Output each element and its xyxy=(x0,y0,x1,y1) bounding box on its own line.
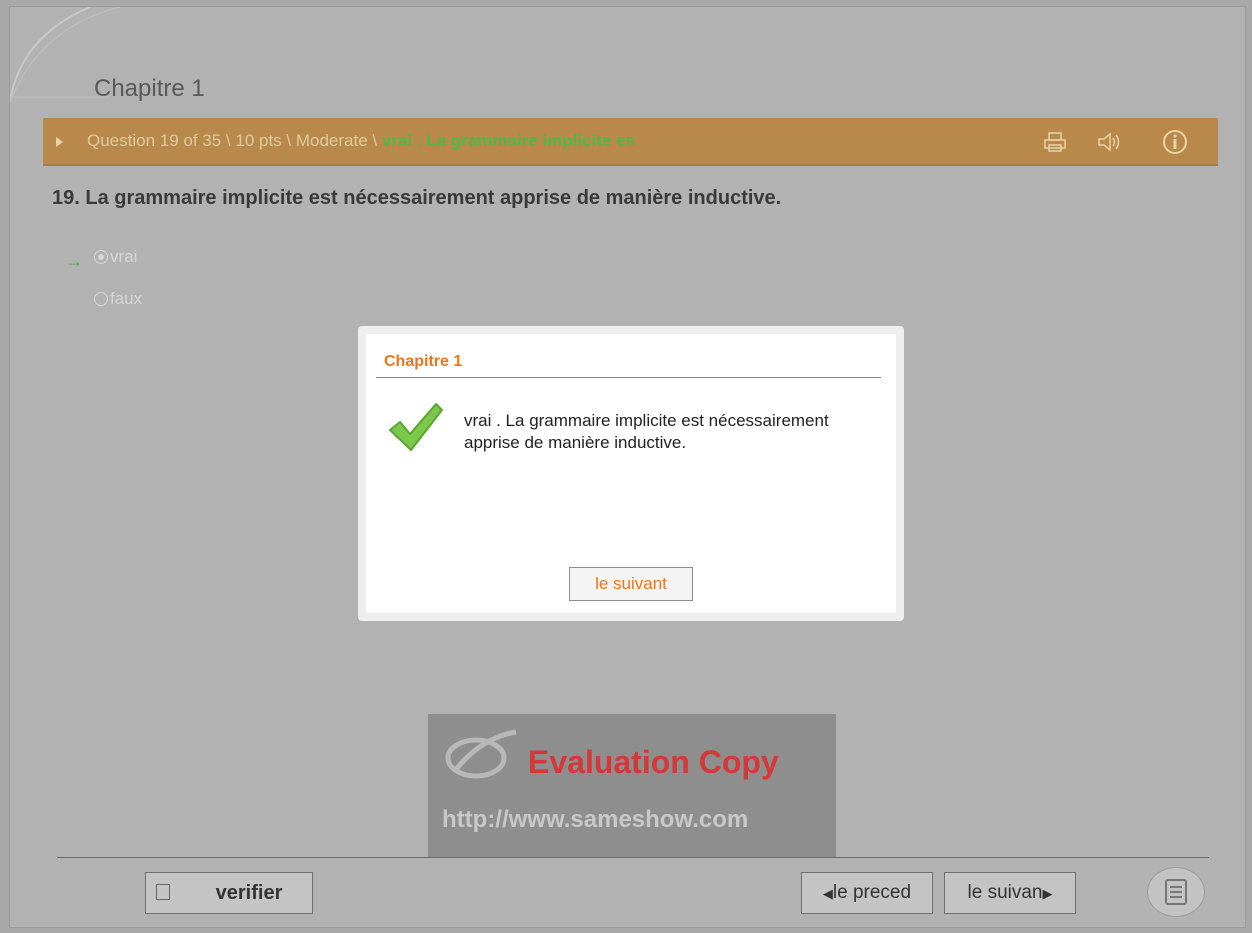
previous-button[interactable]: ◀le preced xyxy=(801,872,933,914)
next-arrow-icon: ▶ xyxy=(1042,886,1053,901)
answer-option-vrai[interactable]: vrai xyxy=(94,247,137,267)
check-icon xyxy=(389,403,443,451)
verify-label: verifier xyxy=(215,881,283,904)
question-info-bar: Question 19 of 35 \ 10 pts \ Moderate \ … xyxy=(43,118,1218,166)
answer-preview: vrai . La grammaire implicite es xyxy=(381,131,636,150)
question-text: 19. La grammaire implicite est nécessair… xyxy=(52,187,782,209)
bullet-icon xyxy=(56,137,63,147)
dialog-panel: Chapitre 1 vrai . La grammaire implicite… xyxy=(366,334,896,613)
previous-arrow-icon: ◀ xyxy=(822,886,833,901)
watermark-url: http://www.sameshow.com xyxy=(442,806,749,833)
answer-label: vrai xyxy=(110,247,138,266)
watermark-title: Evaluation Copy xyxy=(528,744,779,780)
feedback-dialog: Chapitre 1 vrai . La grammaire implicite… xyxy=(358,326,904,621)
evaluation-watermark: Evaluation Copy http://www.sameshow.com xyxy=(428,714,836,858)
footer-divider xyxy=(57,857,1209,858)
next-button[interactable]: le suivan▶ xyxy=(944,872,1076,914)
verify-button[interactable]: verifier xyxy=(145,872,313,914)
sameshow-logo-icon xyxy=(445,729,517,779)
notes-icon xyxy=(1165,879,1187,905)
chapter-title: Chapitre 1 xyxy=(94,75,205,102)
next-label: le suivan xyxy=(967,882,1043,903)
print-icon[interactable] xyxy=(1042,129,1068,155)
notes-small-icon xyxy=(156,884,170,900)
dialog-next-button[interactable]: le suivant xyxy=(569,567,693,601)
answer-label: faux xyxy=(110,289,143,308)
answer-option-faux[interactable]: faux xyxy=(94,289,142,309)
question-info: Question 19 of 35 \ 10 pts \ Moderate \ … xyxy=(87,131,867,151)
speaker-icon[interactable] xyxy=(1097,129,1123,155)
correct-answer-arrow-icon: → xyxy=(65,251,83,271)
info-icon[interactable] xyxy=(1162,129,1188,155)
dialog-title: Chapitre 1 xyxy=(384,353,463,370)
previous-label: le preced xyxy=(832,882,912,903)
notes-button[interactable] xyxy=(1147,867,1205,917)
radio-selected-icon[interactable] xyxy=(94,250,108,264)
question-meta: Question 19 of 35 \ 10 pts \ Moderate \ xyxy=(87,131,382,150)
dialog-divider xyxy=(376,377,881,378)
radio-unselected-icon[interactable] xyxy=(94,292,108,306)
dialog-message: vrai . La grammaire implicite est nécess… xyxy=(464,411,829,452)
